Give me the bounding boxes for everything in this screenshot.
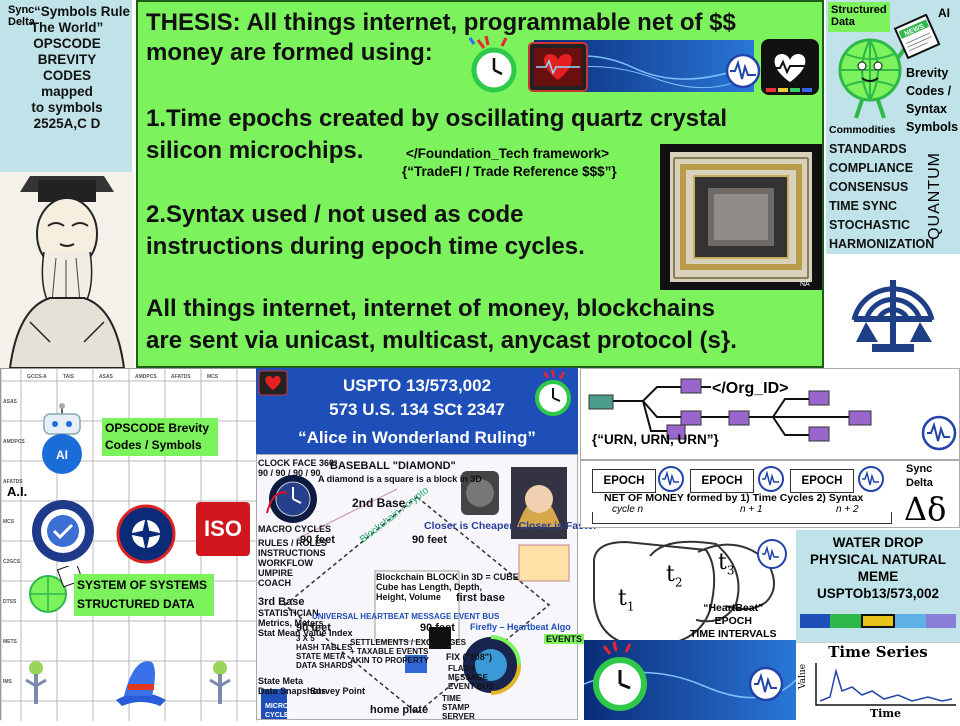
epoch-box-2: EPOCH (690, 469, 754, 493)
heart-monitor-icon (528, 42, 588, 97)
point-3-line-2: are sent via unicast, multicast, anycast… (146, 327, 737, 354)
point-3-line-1: All things internet, internet of money, … (146, 295, 715, 322)
second-base-label: 2nd Base (352, 496, 406, 510)
alarm-clock-icon (466, 34, 522, 101)
alice-ruling-title: “Alice in Wonderland Ruling” (298, 428, 536, 447)
epoch-box-3: EPOCH (790, 469, 854, 493)
event-bus-label: UNIVERSAL HEARTBEAT MESSAGE EVENT BUS (312, 612, 500, 621)
first-base-label: first base (456, 592, 505, 604)
feet-label-right: 90 feet (412, 534, 447, 546)
waveform-icon (724, 52, 762, 95)
grid-row-header: METS (3, 639, 18, 645)
sage-portrait-image (0, 172, 134, 369)
delta-symbol: Δδ (904, 490, 947, 528)
alarm-clock-small-icon (530, 368, 576, 423)
tradefi-tag: {“TradeFI / Trade Reference $$$”} (402, 164, 617, 179)
sorting-hat-icon (106, 650, 176, 715)
ai-side-label: A.I. (7, 484, 28, 499)
feet-label-bottom-left: 90 feet (296, 622, 331, 634)
commodities-label: Commodities (829, 124, 896, 136)
grid-header: MCS (207, 374, 219, 380)
alarm-clock-bottom-icon (583, 640, 797, 725)
drop-label-t2: t2 (666, 562, 683, 590)
firefly-label: Firefly – Heartbeat Algo (470, 622, 571, 632)
svg-text:NA: NA (800, 281, 810, 288)
time-stamp-server-list: TIME STAMP SERVER (442, 694, 475, 721)
color-bar (800, 614, 957, 628)
thesis-content: THESIS: All things internet, programmabl… (136, 0, 824, 368)
home-plate-label: home plate (370, 704, 429, 716)
robot-ai-icon: AI (30, 402, 94, 483)
drop-label-t3: t3 (718, 550, 735, 578)
time-series-sparkline (815, 663, 956, 706)
closer-slogan: Closer is Cheaper, Closer is Faster (424, 520, 598, 532)
hash-tables-list: 3 X 5 HASH TABLES STATE META DATA SHARDS (296, 634, 353, 670)
epoch-box-1: EPOCH (592, 469, 656, 493)
micro-cycles-label: MICRO CYCLES (265, 703, 294, 719)
grid-row-header: DTSS (3, 599, 17, 605)
opscode-brevity-tag: OPSCODE Brevity Codes / Symbols (102, 418, 218, 456)
feet-label-left: 90 feet (300, 534, 335, 546)
time-series-title: Time Series (828, 643, 928, 661)
grid-row-header: AMDPCS (3, 439, 25, 445)
heartbeat-app-icon (760, 38, 820, 101)
cycle-axis-bracket (592, 512, 892, 524)
time-axis-label: Time (870, 707, 902, 720)
urn-label: {“URN, URN, URN”} (592, 432, 719, 447)
framework-tag: </Foundation_Tech framework> (406, 146, 610, 161)
survey-point-label: Survey Point (310, 686, 366, 696)
grid-row-header: IMS (3, 679, 13, 685)
clock-face-label: CLOCK FACE 360° (258, 458, 338, 468)
grid-row-header: C2GCS (3, 559, 21, 565)
sync-delta-label: Sync Delta (906, 463, 933, 489)
water-drop-meme-text: WATER DROP PHYSICAL NATURAL MEME USPTOb13/… (809, 535, 946, 601)
baseball-diamond-title: BASEBALL "DIAMOND" (330, 460, 456, 472)
clock-degrees-label: 90 / 90 / 90 / 90 (258, 468, 321, 478)
grid-header: AFATDS (171, 374, 191, 380)
security-seal-icon (30, 498, 96, 569)
quantum-label: QUANTUM (926, 152, 943, 240)
macro-cycles-label: MACRO CYCLES (258, 524, 332, 534)
point-1-line-2: silicon microchips. (146, 137, 364, 164)
value-axis-label: Value (798, 663, 808, 689)
grid-row-header: ASAS (3, 399, 18, 405)
grid-header: AMDPCS (135, 374, 157, 380)
ai-badge-text: AI (56, 448, 68, 462)
tree-figure-icon-2 (208, 660, 232, 711)
standards-list: STANDARDS COMPLIANCE CONSENSUS TIME SYNC S… (829, 142, 935, 251)
fix-label: FIX ("108") (446, 652, 493, 662)
heart-monitor-small-icon (258, 370, 288, 401)
org-id-label: </Org_ID> (712, 380, 789, 397)
thesis-line-2: money are formed using: (146, 39, 433, 66)
nato-emblem-icon (116, 504, 176, 569)
point-1-line-1: 1.Time epochs created by oscillating qua… (146, 105, 728, 132)
time-series-panel: Time Series Value Time (796, 642, 960, 720)
point-2-line-2: instructions during epoch time cycles. (146, 233, 585, 260)
brevity-codes-label: Brevity Codes / Syntax Symbols (906, 66, 959, 134)
symbols-rule-text: “Symbols Rule The World” OPSCODE BREVITY… (30, 4, 131, 131)
flash-bus-list: FLASH MESSAGE EVENT BUS (448, 664, 494, 691)
iso-logo: ISO (196, 502, 250, 556)
third-base-label: 3rd Base (258, 596, 305, 608)
microchip-image: NA (660, 144, 822, 295)
grid-header: GCCS-A (27, 374, 47, 380)
scales-logo (826, 256, 960, 368)
grid-header: ASAS (99, 374, 114, 380)
tree-figure-icon (24, 660, 48, 711)
net-of-money-caption: NET OF MONEY formed by 1) Time Cycles 2)… (604, 492, 864, 504)
heartbeat-epoch-label: “HeartBeat” EPOCH TIME INTERVALS (690, 602, 777, 640)
point-2-line-1: 2.Syntax used / not used as code (146, 201, 524, 228)
grid-row-header: MCS (3, 519, 15, 525)
grid-header: TAIS (63, 374, 75, 380)
baseball-diamond-subtitle: A diamond is a square is a block in 3D (318, 474, 482, 484)
feet-label-bottom-right: 90 feet (420, 622, 455, 634)
events-tag: EVENTS (544, 634, 585, 644)
system-of-systems-tag: SYSTEM OF SYSTEMS STRUCTURED DATA (74, 574, 214, 616)
drop-label-t1: t1 (618, 586, 635, 614)
